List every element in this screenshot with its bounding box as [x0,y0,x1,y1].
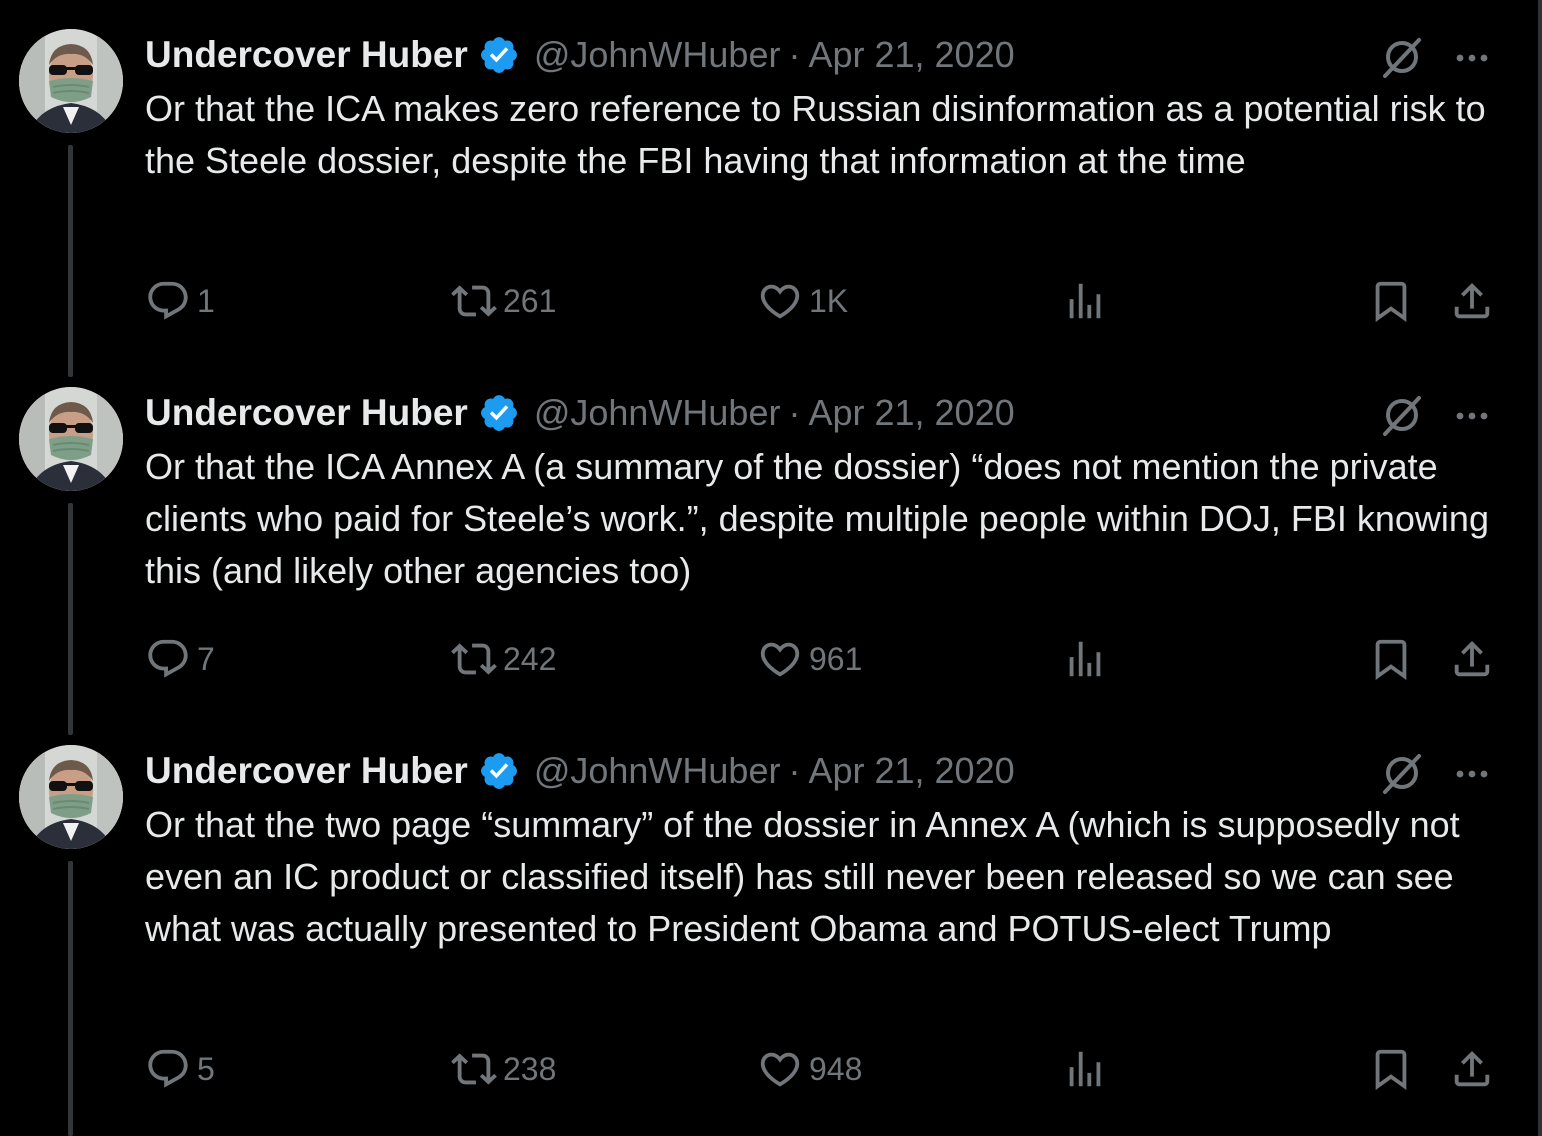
like-icon [760,642,800,677]
scroll-edge [1538,0,1542,1136]
views-icon [1069,1051,1101,1087]
like-count: 948 [809,1050,863,1087]
like-icon [760,284,800,319]
share-icon [1454,1050,1490,1087]
separator: · [788,34,801,75]
author-handle[interactable]: @JohnWHuber [534,750,781,792]
tweet-header: Undercover Huber @JohnWHuber · Apr 21, 2… [145,746,1015,796]
bookmark-button[interactable] [1368,1046,1414,1092]
views-button[interactable] [1062,636,1108,682]
grok-icon[interactable] [1378,33,1426,81]
more-icon[interactable] [1450,394,1494,438]
author-handle[interactable]: @JohnWHuber [534,392,781,434]
share-button[interactable] [1449,1046,1495,1092]
like-icon [760,1052,800,1087]
author-handle[interactable]: @JohnWHuber [534,34,781,76]
verified-badge-icon[interactable] [478,750,520,792]
tweet-date[interactable]: Apr 21, 2020 [808,750,1014,792]
reply-count: 1 [197,282,215,319]
author-name[interactable]: Undercover Huber [145,392,468,434]
like-count: 1K [809,282,849,319]
retweet-count: 261 [503,282,557,319]
tweet-header: Undercover Huber @JohnWHuber · Apr 21, 2… [145,30,1015,80]
avatar[interactable] [19,29,123,133]
bookmark-icon [1375,1049,1407,1090]
like-button[interactable]: 1K [757,278,848,324]
share-icon [1454,640,1490,677]
grok-icon[interactable] [1378,391,1426,439]
views-button[interactable] [1062,278,1108,324]
avatar[interactable] [19,387,123,491]
bookmark-icon [1375,281,1407,322]
retweet-button[interactable]: 261 [451,278,556,324]
tweet[interactable]: Undercover Huber @JohnWHuber · Apr 21, 2… [0,358,1536,718]
like-count: 961 [809,640,863,677]
reply-count: 5 [197,1050,215,1087]
retweet-button[interactable]: 238 [451,1046,556,1092]
tweet-header: Undercover Huber @JohnWHuber · Apr 21, 2… [145,388,1015,438]
bookmark-button[interactable] [1368,278,1414,324]
views-icon [1069,283,1101,319]
author-name[interactable]: Undercover Huber [145,34,468,76]
retweet-icon [451,285,497,317]
verified-badge-icon[interactable] [478,392,520,434]
more-icon[interactable] [1450,36,1494,80]
share-button[interactable] [1449,636,1495,682]
like-button[interactable]: 961 [757,636,862,682]
bookmark-icon [1375,639,1407,680]
verified-badge-icon[interactable] [478,34,520,76]
separator: · [788,750,801,791]
tweet-actions: 1 261 1K [0,278,1536,328]
tweet-text: Or that the ICA makes zero reference to … [145,88,1486,181]
retweet-button[interactable]: 242 [451,636,556,682]
retweet-count: 238 [503,1050,557,1087]
tweet-date[interactable]: Apr 21, 2020 [808,392,1014,434]
tweet-text: Or that the ICA Annex A (a summary of th… [145,446,1489,591]
tweet-date[interactable]: Apr 21, 2020 [808,34,1014,76]
tweet-actions: 7 242 961 [0,636,1536,686]
separator: · [788,392,801,433]
tweet[interactable]: Undercover Huber @JohnWHuber · Apr 21, 2… [0,0,1536,360]
reply-button[interactable]: 1 [145,278,215,324]
tweet-actions: 5 238 948 [0,1046,1536,1096]
retweet-icon [451,1053,497,1085]
bookmark-button[interactable] [1368,636,1414,682]
tweet[interactable]: Undercover Huber @JohnWHuber · Apr 21, 2… [0,716,1536,1136]
author-name[interactable]: Undercover Huber [145,750,468,792]
like-button[interactable]: 948 [757,1046,862,1092]
views-button[interactable] [1062,1046,1108,1092]
reply-button[interactable]: 7 [145,636,215,682]
reply-count: 7 [197,640,215,677]
retweet-icon [451,643,497,675]
share-icon [1454,282,1490,319]
reply-icon [148,281,188,320]
retweet-count: 242 [503,640,557,677]
reply-icon [148,639,188,678]
avatar[interactable] [19,745,123,849]
tweet-text: Or that the two page “summary” of the do… [145,804,1460,949]
share-button[interactable] [1449,278,1495,324]
more-icon[interactable] [1450,752,1494,796]
views-icon [1069,641,1101,677]
reply-button[interactable]: 5 [145,1046,215,1092]
grok-icon[interactable] [1378,749,1426,797]
reply-icon [148,1049,188,1088]
